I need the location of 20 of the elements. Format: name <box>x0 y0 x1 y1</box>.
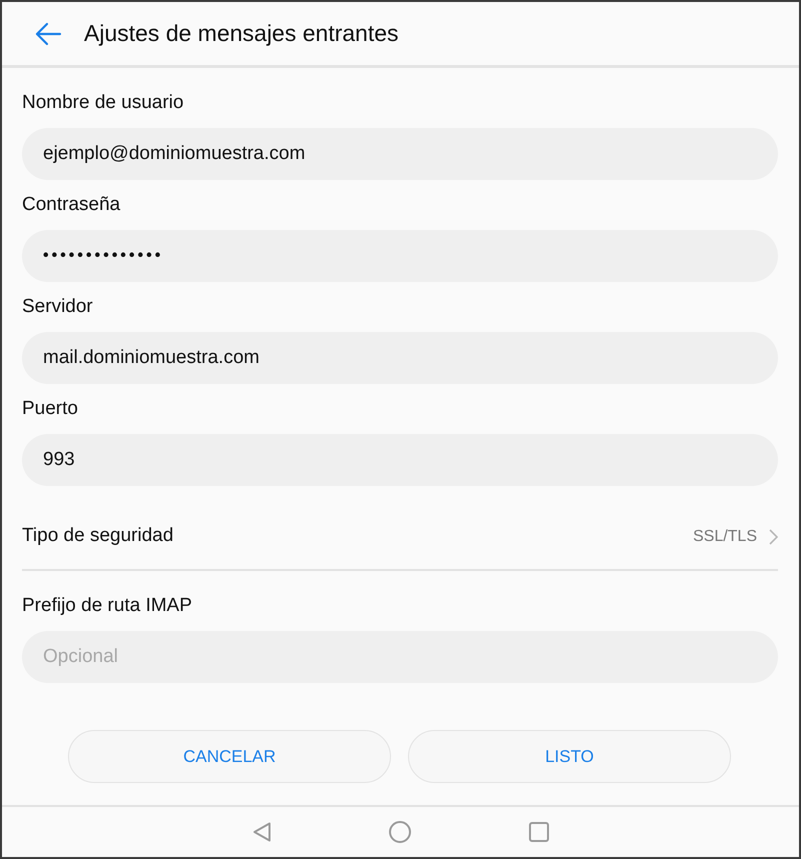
back-arrow-icon[interactable] <box>34 22 62 46</box>
chevron-right-icon <box>769 528 778 544</box>
input-field[interactable]: Opcional <box>22 631 778 683</box>
done-button[interactable]: LISTO <box>408 730 731 783</box>
field-label: Contraseña <box>22 193 120 217</box>
security-type-selector[interactable]: SSL/TLS <box>692 524 778 548</box>
field-label: Servidor <box>22 295 93 319</box>
field-label: Prefijo de ruta IMAP <box>22 594 192 618</box>
back-triangle-icon[interactable] <box>252 822 270 842</box>
setting-label: Tipo de seguridad <box>22 524 174 548</box>
password-field[interactable]: •••••••••••••• <box>22 230 778 282</box>
input-field[interactable]: ejemplo@dominiomuestra.com <box>22 128 778 180</box>
cancel-button[interactable]: CANCELAR <box>68 730 391 783</box>
field-label: Nombre de usuario <box>22 91 184 115</box>
field-label: Puerto <box>22 397 78 421</box>
input-field[interactable]: 993 <box>22 434 778 486</box>
screen-title: Ajustes de mensajes entrantes <box>84 20 399 48</box>
input-field[interactable]: mail.dominiomuestra.com <box>22 332 778 384</box>
square-icon[interactable] <box>528 822 548 842</box>
home-circle-icon[interactable] <box>388 821 410 843</box>
